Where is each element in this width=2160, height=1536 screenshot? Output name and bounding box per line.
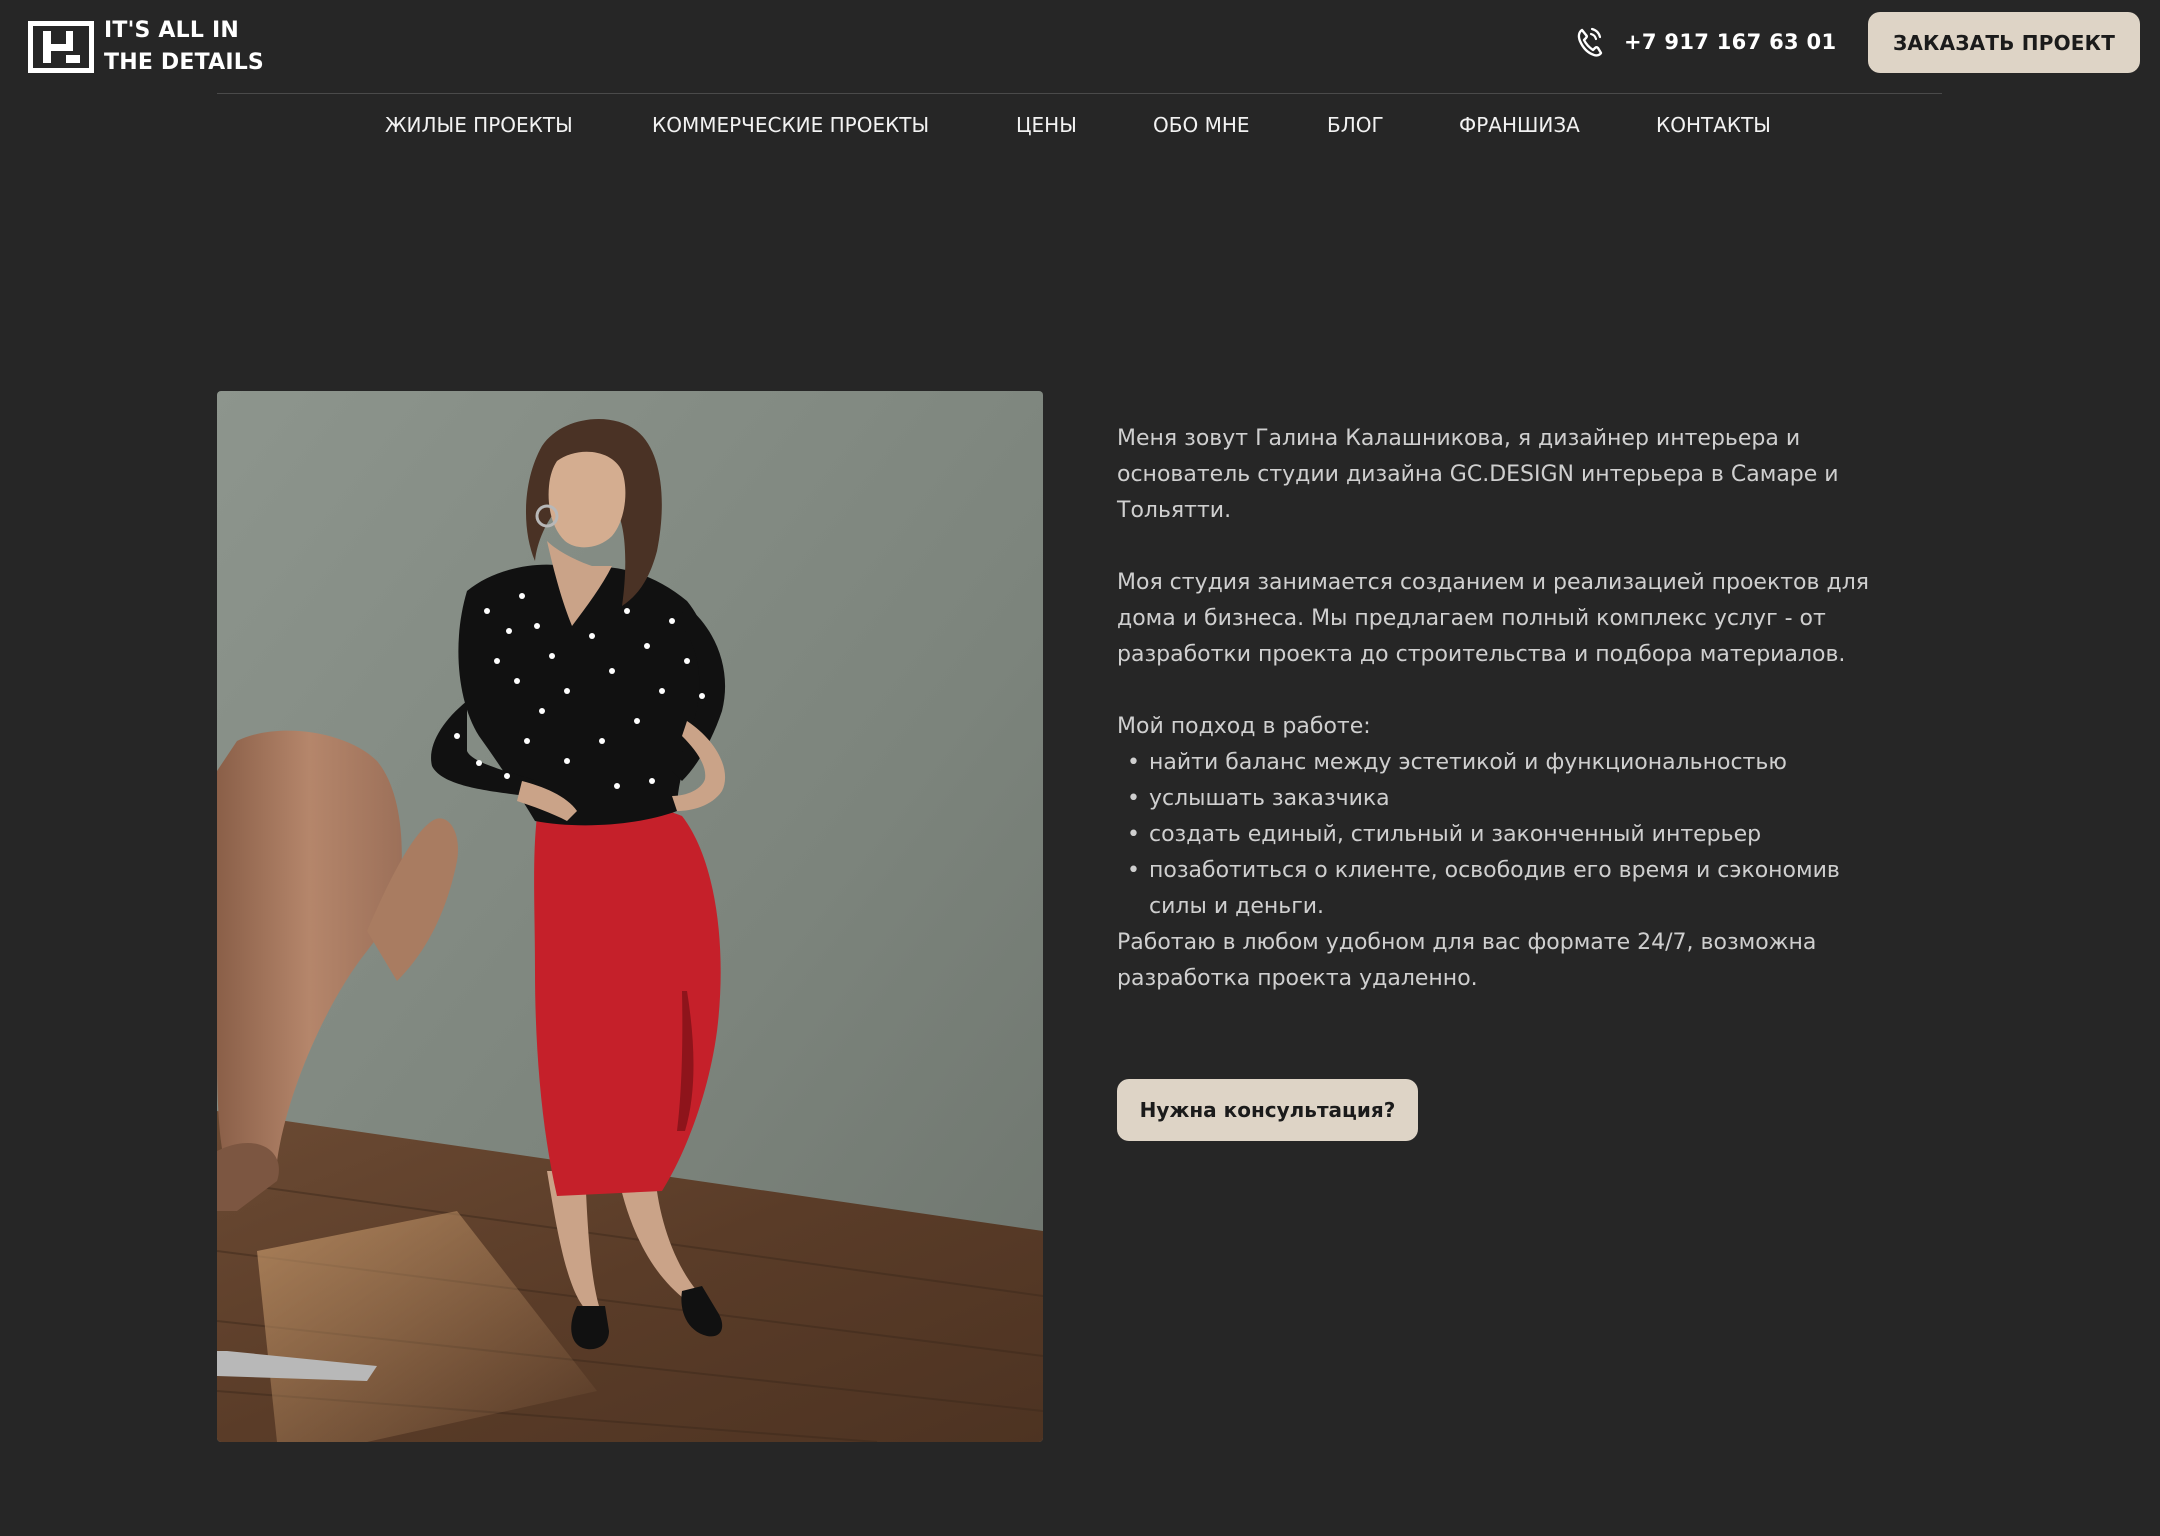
designer-photo-illustration [217, 391, 1043, 1442]
designer-photo [217, 391, 1043, 1442]
approach-list: найти баланс между эстетикой и функциона… [1117, 745, 1877, 925]
approach-item: создать единый, стильный и законченный и… [1117, 817, 1877, 853]
nav-item-residential[interactable]: ЖИЛЫЕ ПРОЕКТЫ [385, 108, 573, 142]
nav-item-franchise[interactable]: ФРАНШИЗА [1459, 108, 1580, 142]
phone-icon [1577, 27, 1603, 57]
consultation-button[interactable]: Нужна консультация? [1117, 1079, 1418, 1141]
approach-item: позаботиться о клиенте, освободив его вр… [1117, 853, 1877, 925]
approach-item: услышать заказчика [1117, 781, 1877, 817]
main-nav: ЖИЛЫЕ ПРОЕКТЫ КОММЕРЧЕСКИЕ ПРОЕКТЫ ЦЕНЫ … [0, 108, 2160, 142]
header-divider [217, 93, 1942, 94]
logo-mark-icon [28, 21, 94, 73]
nav-item-contacts[interactable]: КОНТАКТЫ [1656, 108, 1771, 142]
about-section: Меня зовут Галина Калашникова, я дизайне… [1117, 421, 1877, 997]
logo-text: IT'S ALL IN THE DETAILS [104, 15, 264, 79]
nav-item-blog[interactable]: БЛОГ [1327, 108, 1384, 142]
phone-link[interactable]: +7 917 167 63 01 [1576, 26, 1836, 58]
order-project-button[interactable]: ЗАКАЗАТЬ ПРОЕКТ [1868, 12, 2140, 73]
logo-line-1: IT'S ALL IN [104, 18, 239, 43]
about-intro: Меня зовут Галина Калашникова, я дизайне… [1117, 426, 1839, 523]
about-format: Работаю в любом удобном для вас формате … [1117, 930, 1817, 991]
approach-title: Мой подход в работе: [1117, 714, 1371, 739]
nav-item-prices[interactable]: ЦЕНЫ [1016, 108, 1077, 142]
phone-number: +7 917 167 63 01 [1624, 30, 1837, 54]
site-header: IT'S ALL IN THE DETAILS +7 917 167 63 01… [0, 0, 2160, 94]
logo[interactable]: IT'S ALL IN THE DETAILS [28, 15, 264, 79]
about-studio: Моя студия занимается созданием и реализ… [1117, 570, 1869, 667]
approach-item: найти баланс между эстетикой и функциона… [1117, 745, 1877, 781]
nav-item-about[interactable]: ОБО МНЕ [1153, 108, 1250, 142]
nav-item-commercial[interactable]: КОММЕРЧЕСКИЕ ПРОЕКТЫ [652, 108, 929, 142]
logo-line-2: THE DETAILS [104, 50, 264, 75]
